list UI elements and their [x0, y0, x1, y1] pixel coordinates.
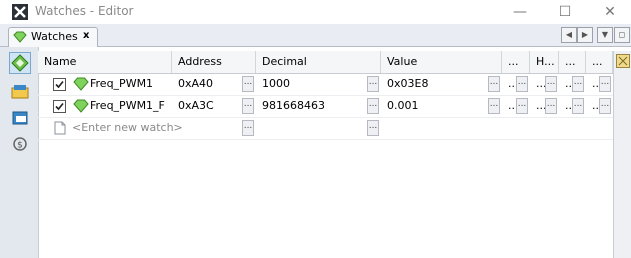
extra-2-edit-button[interactable]: ...: [572, 76, 584, 92]
tab-label: Watches: [31, 30, 78, 43]
mirror-view-icon: [12, 111, 28, 125]
extra-1-edit-button[interactable]: ...: [516, 76, 528, 92]
enable-checkbox[interactable]: [53, 78, 66, 91]
watch-address: 0xA40: [178, 77, 214, 90]
hex-edit-button[interactable]: ...: [545, 98, 557, 114]
column-name[interactable]: Name: [38, 51, 172, 73]
tab-next-button[interactable]: ▶: [577, 27, 593, 43]
close-button[interactable]: ✕: [595, 2, 625, 22]
column-extra-2[interactable]: ...: [559, 51, 586, 73]
table-row[interactable]: Freq_PWM1_F 0xA3C ... 981668463 ... 0.00…: [38, 95, 613, 118]
column-hex[interactable]: H...: [530, 51, 559, 73]
new-watch-row[interactable]: <Enter new watch> ... ...: [38, 117, 613, 140]
extra-3-cell: ...: [592, 77, 599, 90]
extra-2-cell: ...: [565, 77, 572, 90]
watch-value[interactable]: 0x03E8: [381, 73, 487, 95]
column-address[interactable]: Address: [172, 51, 256, 73]
svg-text:$: $: [17, 141, 23, 151]
check-mark-icon: [55, 102, 64, 111]
value-edit-button[interactable]: ...: [488, 76, 500, 92]
watch-view-button[interactable]: [9, 52, 31, 74]
decimal-edit-button[interactable]: ...: [367, 98, 379, 114]
folder-view-button[interactable]: [11, 82, 29, 100]
maximize-button[interactable]: ☐: [550, 2, 580, 22]
tab-strip: Watches x ◀ ▶ ▼ ◻: [0, 24, 631, 47]
column-settings-icon[interactable]: [616, 54, 630, 68]
value-edit-button[interactable]: ...: [488, 98, 500, 114]
hex-cell: ...: [536, 99, 545, 112]
table-header: Name Address Decimal Value ... H... ... …: [38, 51, 613, 74]
hex-cell: ...: [536, 77, 545, 90]
enable-checkbox[interactable]: [53, 100, 66, 113]
extra-3-edit-button[interactable]: ...: [599, 98, 611, 114]
tab-prev-button[interactable]: ◀: [561, 27, 577, 43]
watch-gem-icon: [13, 31, 27, 43]
extra-1-cell: ...: [508, 77, 516, 90]
watch-name: Freq_PWM1: [90, 77, 154, 90]
extra-1-cell: ...: [508, 99, 516, 112]
column-decimal[interactable]: Decimal: [256, 51, 381, 73]
minimize-button[interactable]: —: [505, 2, 535, 22]
address-edit-button[interactable]: ...: [242, 98, 254, 114]
app-logo-icon: [12, 4, 28, 20]
column-extra-1[interactable]: ...: [502, 51, 530, 73]
watch-address: 0xA3C: [178, 99, 214, 112]
check-mark-icon: [55, 80, 64, 89]
watch-decimal[interactable]: 981668463: [256, 95, 366, 117]
column-value[interactable]: Value: [381, 51, 502, 73]
new-decimal-edit-button[interactable]: ...: [367, 120, 379, 136]
watch-decimal[interactable]: 1000: [256, 73, 366, 95]
extra-3-cell: ...: [592, 99, 599, 112]
tab-list-button[interactable]: ▼: [597, 27, 613, 43]
right-tool-strip: [613, 51, 631, 258]
table-row[interactable]: Freq_PWM1 0xA40 ... 1000 ... 0x03E8 ... …: [38, 73, 613, 96]
extra-3-edit-button[interactable]: ...: [599, 76, 611, 92]
tab-close-icon[interactable]: x: [83, 30, 89, 41]
new-watch-input[interactable]: <Enter new watch>: [66, 117, 242, 139]
new-document-icon: [54, 121, 66, 135]
restore-window-button[interactable]: ◻: [614, 27, 630, 43]
column-extra-3[interactable]: ...: [586, 51, 613, 73]
address-edit-button[interactable]: ...: [242, 76, 254, 92]
extra-1-edit-button[interactable]: ...: [516, 98, 528, 114]
dollar-icon: $: [13, 137, 27, 151]
watch-name: Freq_PWM1_F: [90, 99, 165, 112]
watch-diamond-icon: [11, 54, 29, 72]
dollar-button[interactable]: $: [11, 135, 29, 153]
window-title: Watches - Editor: [35, 4, 134, 18]
hex-edit-button[interactable]: ...: [545, 76, 557, 92]
title-bar: Watches - Editor — ☐ ✕: [0, 0, 631, 24]
mirror-view-button[interactable]: [11, 109, 29, 127]
new-address-edit-button[interactable]: ...: [242, 120, 254, 136]
folder-view-icon: [11, 85, 29, 99]
extra-2-cell: ...: [565, 99, 572, 112]
watch-value[interactable]: 0.001: [381, 95, 487, 117]
tab-watches[interactable]: Watches x: [8, 27, 98, 47]
extra-2-edit-button[interactable]: ...: [572, 98, 584, 114]
decimal-edit-button[interactable]: ...: [367, 76, 379, 92]
side-toolbar: $: [0, 47, 39, 258]
